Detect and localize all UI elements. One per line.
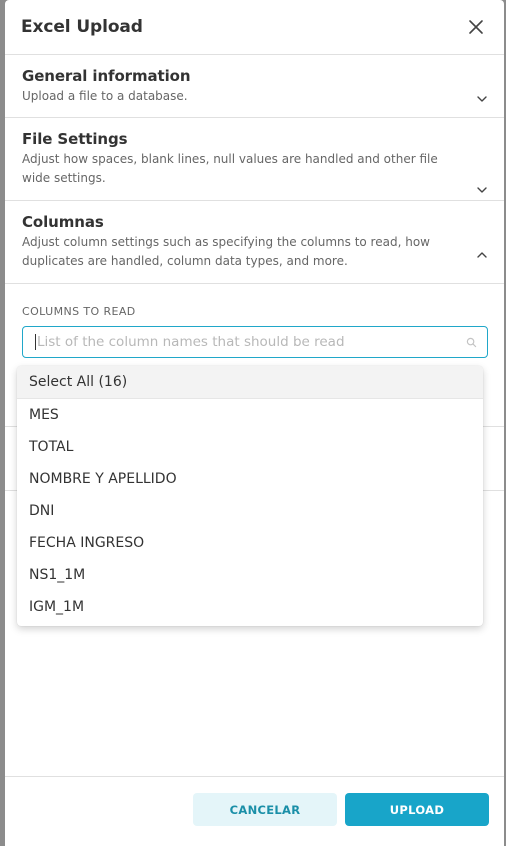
panel-description: Adjust column settings such as specifyin… [22,235,430,268]
modal-header: Excel Upload [5,0,504,55]
panel-title: Columnas [22,213,104,231]
dropdown-option[interactable]: NOMBRE Y APELLIDO [17,463,483,495]
text-caret [35,334,36,350]
dropdown-option[interactable]: IGM_1M [17,591,483,623]
cancel-button[interactable]: CANCELAR [193,793,337,826]
modal-title: Excel Upload [21,17,143,37]
dropdown-option[interactable]: FECHA INGRESO [17,527,483,559]
panel-description: Upload a file to a database. [22,89,188,103]
columns-dropdown-menu: Select All (16) MES TOTAL NOMBRE Y APELL… [17,366,483,626]
dropdown-option-select-all[interactable]: Select All (16) [17,366,483,399]
search-icon [466,337,477,347]
chevron-down-icon[interactable] [476,93,488,105]
panel-title: File Settings [22,130,128,148]
dropdown-option[interactable]: MES [17,399,483,431]
dropdown-option[interactable]: TOTAL [17,431,483,463]
panel-description: Adjust how spaces, blank lines, null val… [22,152,438,185]
panel-general-information[interactable]: General information Upload a file to a d… [5,55,504,118]
modal-footer: CANCELAR UPLOAD [5,776,504,846]
dropdown-option[interactable]: DNI [17,495,483,527]
close-button[interactable] [464,15,488,39]
chevron-down-icon[interactable] [476,184,488,196]
columns-to-read-select[interactable]: List of the column names that should be … [22,326,488,358]
columns-to-read-label: COLUMNS TO READ [22,305,136,318]
close-icon [469,20,483,34]
panel-columnas[interactable]: Columnas Adjust column settings such as … [5,201,504,284]
upload-button[interactable]: UPLOAD [345,793,489,826]
columns-to-read-placeholder: List of the column names that should be … [37,334,345,350]
chevron-up-icon[interactable] [476,249,488,261]
panel-title: General information [22,67,191,85]
dropdown-option[interactable]: NS1_1M [17,559,483,591]
panel-file-settings[interactable]: File Settings Adjust how spaces, blank l… [5,118,504,201]
